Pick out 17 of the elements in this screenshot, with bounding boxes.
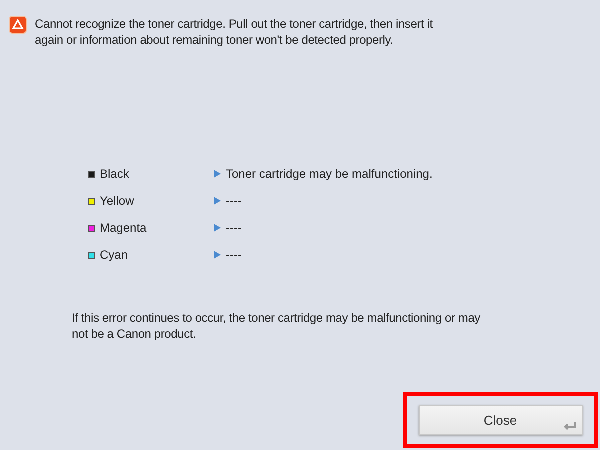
return-icon (562, 421, 576, 431)
arrow-icon (214, 170, 221, 178)
toner-status: ---- (226, 247, 243, 263)
error-message: Cannot recognize the toner cartridge. Pull out the toner cartridge, then insert it again or information about remaining toner won't be detected properly. (35, 16, 434, 48)
arrow-icon (214, 197, 221, 205)
close-button[interactable]: Close (418, 405, 582, 435)
toner-status: Toner cartridge may be malfunctioning. (226, 166, 434, 182)
toner-name: Black (100, 166, 130, 182)
toner-status: ---- (226, 193, 243, 209)
warning-icon (9, 16, 27, 34)
arrow-icon (214, 251, 221, 259)
note-text: If this error continues to occur, the toner cartridge may be malfunctioning or may not be a Canon product. (71, 310, 482, 342)
toner-name: Magenta (100, 220, 148, 236)
toner-name: Yellow (100, 193, 136, 209)
toner-status: ---- (226, 220, 243, 236)
arrow-icon (214, 224, 221, 232)
toner-name: Cyan (100, 247, 130, 263)
